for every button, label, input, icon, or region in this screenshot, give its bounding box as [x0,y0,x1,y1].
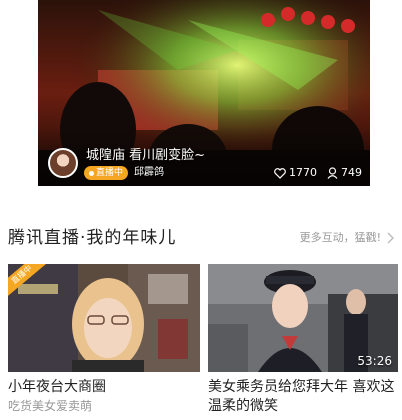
featured-title: 城隍庙 看川剧变脸~ [86,148,206,163]
host-avatar[interactable] [48,148,78,178]
more-interaction-link[interactable]: 更多互动，猛戳! [300,230,394,246]
host-name: 邱霹鸽 [134,167,164,178]
live-dot-icon [89,170,94,176]
section-header: 腾讯直播·我的年味儿 更多互动，猛戳! [8,226,394,250]
person-icon [327,167,338,179]
section-title: 腾讯直播·我的年味儿 [8,228,177,248]
video-card-night-market[interactable]: 直播中 小年夜台大商圈 吃货美女爱卖萌 [8,264,200,415]
viewers-count: 749 [341,166,362,179]
heart-icon [274,167,286,179]
live-badge: 直播中 [84,166,129,180]
live-badge-label: 直播中 [96,168,124,178]
video-thumbnail[interactable]: 53:26 [208,264,398,372]
thumbnail-image [8,264,200,372]
video-card-subtitle: 吃货美女爱卖萌 [8,399,93,413]
viewers-stat: 749 [327,166,362,180]
more-link-label: 更多互动，猛戳! [299,231,381,244]
video-card-title: 美女乘务员给您拜大年 喜欢这温柔的微笑 [208,379,395,414]
video-thumbnail[interactable]: 直播中 [8,264,200,372]
chevron-right-icon [387,232,394,244]
video-duration: 53:26 [357,354,392,368]
likes-stat: 1770 [274,166,317,180]
featured-stats: 1770 749 [274,166,362,180]
featured-live-card[interactable]: 城隍庙 看川剧变脸~ 直播中 邱霹鸽 1770 749 [38,0,370,186]
video-card-flight-attendant[interactable]: 53:26 美女乘务员给您拜大年 喜欢这温柔的微笑 [208,264,398,416]
video-card-title: 小年夜台大商圈 [8,379,106,395]
likes-count: 1770 [289,166,317,179]
